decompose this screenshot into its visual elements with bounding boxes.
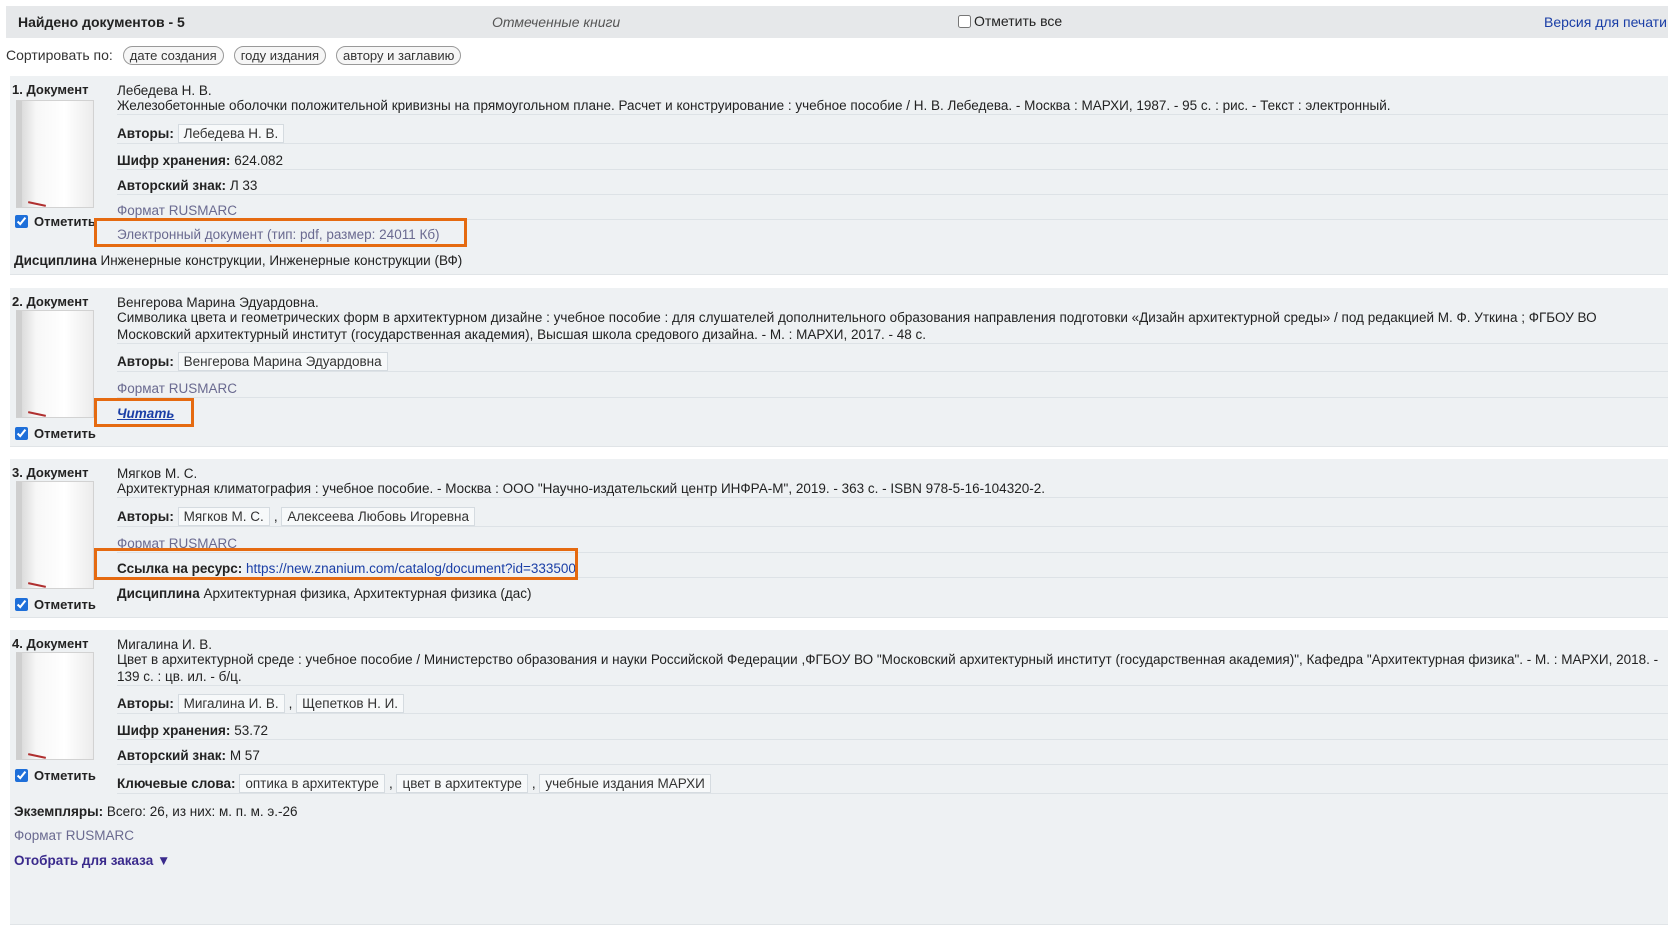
author-tag[interactable]: Венгерова Марина Эдуардовна — [177, 352, 388, 371]
marked-books-link[interactable]: Отмеченные книги — [492, 14, 620, 30]
author-tag[interactable]: Лебедева Н. В. — [177, 124, 285, 143]
document-item: 3. Документ Отметить Мягков М. С. Архите… — [10, 459, 1668, 618]
authors-row: Авторы: Мигалина И. В., Щепетков Н. И. — [117, 694, 1668, 714]
mark-all-checkbox[interactable] — [958, 14, 971, 28]
select-for-order-link[interactable]: Отобрать для заказа ▼ — [14, 853, 170, 868]
authors-label: Авторы: — [117, 696, 174, 711]
authors-row: Авторы: Мягков М. С., Алексеева Любовь И… — [117, 507, 1668, 527]
book-cover-image[interactable] — [16, 310, 94, 418]
author-tag[interactable]: Алексеева Любовь Игоревна — [281, 507, 475, 526]
shelf-value: 624.082 — [234, 153, 284, 168]
discipline-value: Инженерные конструкции, Инженерные конст… — [100, 253, 463, 268]
mark-all-label: Отметить все — [974, 13, 1063, 29]
sort-by-author-title-button[interactable]: автору и заглавию — [336, 45, 462, 65]
discipline-row: Дисциплина Инженерные конструкции, Инжен… — [14, 252, 1668, 269]
copies-value: Всего: 26, из них: м. п. м. э.-26 — [106, 804, 298, 819]
author-mark-row: Авторский знак: М 57 — [117, 747, 1668, 765]
mark-document-control[interactable]: Отметить — [15, 597, 96, 612]
authors-label: Авторы: — [117, 126, 174, 141]
sort-by-year-button[interactable]: году издания — [233, 45, 327, 65]
authors-label: Авторы: — [117, 509, 174, 524]
shelf-label: Шифр хранения: — [117, 153, 231, 168]
authors-label: Авторы: — [117, 354, 174, 369]
order-row: Отобрать для заказа ▼ — [14, 852, 1668, 869]
document-item: 2. Документ Отметить Венгерова Марина Эд… — [10, 288, 1668, 447]
mark-document-control[interactable]: Отметить — [15, 768, 96, 783]
rusmarc-format-link[interactable]: Формат RUSMARC — [14, 827, 1668, 844]
author-mark-value: М 57 — [229, 748, 260, 763]
print-version-link[interactable]: Версия для печати — [1544, 14, 1667, 30]
book-cover-image[interactable] — [16, 100, 94, 208]
keyword-tag[interactable]: цвет в архитектуре — [396, 774, 528, 793]
mark-document-label: Отметить — [34, 214, 96, 229]
keywords-row: Ключевые слова: оптика в архитектуре, цв… — [117, 774, 1668, 794]
document-number: 1. Документ — [12, 82, 89, 97]
document-description: Архитектурная климатография : учебное по… — [117, 480, 1668, 498]
mark-document-checkbox[interactable] — [15, 769, 28, 782]
discipline-row: Дисциплина Архитектурная физика, Архитек… — [117, 585, 1668, 602]
highlight-box — [94, 548, 578, 580]
results-header: Найдено документов - 5 Отмеченные книги … — [6, 6, 1668, 38]
keyword-tag[interactable]: оптика в архитектуре — [239, 774, 385, 793]
author-tag[interactable]: Мягков М. С. — [177, 507, 270, 526]
mark-document-label: Отметить — [34, 426, 96, 441]
discipline-value: Архитектурная физика, Архитектурная физи… — [203, 586, 532, 601]
mark-document-checkbox[interactable] — [15, 215, 28, 228]
document-number: 3. Документ — [12, 465, 89, 480]
mark-all-control[interactable]: Отметить все — [958, 13, 1062, 29]
author-mark-label: Авторский знак: — [117, 178, 227, 193]
discipline-label: Дисциплина — [14, 253, 97, 268]
authors-row: Авторы: Лебедева Н. В. — [117, 124, 1668, 144]
keyword-tag[interactable]: учебные издания МАРХИ — [539, 774, 711, 793]
sort-bar: Сортировать по: дате создания году издан… — [6, 44, 462, 66]
found-count: Найдено документов - 5 — [18, 14, 185, 30]
mark-document-checkbox[interactable] — [15, 598, 28, 611]
copies-label: Экземпляры: — [14, 804, 104, 819]
rusmarc-format-link[interactable]: Формат RUSMARC — [117, 380, 1668, 398]
sort-by-created-button[interactable]: дате создания — [122, 45, 224, 65]
author-tag[interactable]: Мигалина И. В. — [177, 694, 285, 713]
mark-document-control[interactable]: Отметить — [15, 426, 96, 441]
author-mark-label: Авторский знак: — [117, 748, 227, 763]
shelf-value: 53.72 — [234, 723, 268, 738]
book-cover-image[interactable] — [16, 481, 94, 589]
document-number: 4. Документ — [12, 636, 89, 651]
copies-row: Экземпляры: Всего: 26, из них: м. п. м. … — [14, 803, 1668, 820]
document-description: Железобетонные оболочки положительной кр… — [117, 97, 1668, 115]
highlight-box — [94, 218, 467, 247]
mark-document-label: Отметить — [34, 768, 96, 783]
document-item: 4. Документ Отметить Мигалина И. В. Цвет… — [10, 630, 1668, 925]
book-cover-image[interactable] — [16, 652, 94, 760]
highlight-box — [94, 398, 194, 427]
shelf-label: Шифр хранения: — [117, 723, 231, 738]
discipline-label: Дисциплина — [117, 586, 200, 601]
author-mark-value: Л 33 — [229, 178, 258, 193]
document-description: Цвет в архитектурной среде : учебное пос… — [117, 651, 1668, 686]
author-tag[interactable]: Щепетков Н. И. — [296, 694, 405, 713]
shelf-row: Шифр хранения: 624.082 — [117, 152, 1668, 170]
mark-document-label: Отметить — [34, 597, 96, 612]
mark-document-control[interactable]: Отметить — [15, 214, 96, 229]
document-description: Символика цвета и геометрических форм в … — [117, 309, 1668, 344]
read-row: Читать — [117, 405, 1668, 422]
mark-document-checkbox[interactable] — [15, 427, 28, 440]
shelf-row: Шифр хранения: 53.72 — [117, 722, 1668, 740]
authors-row: Авторы: Венгерова Марина Эдуардовна — [117, 352, 1668, 372]
keywords-label: Ключевые слова: — [117, 776, 236, 791]
author-mark-row: Авторский знак: Л 33 — [117, 177, 1668, 195]
sort-label: Сортировать по: — [6, 47, 113, 63]
document-number: 2. Документ — [12, 294, 89, 309]
